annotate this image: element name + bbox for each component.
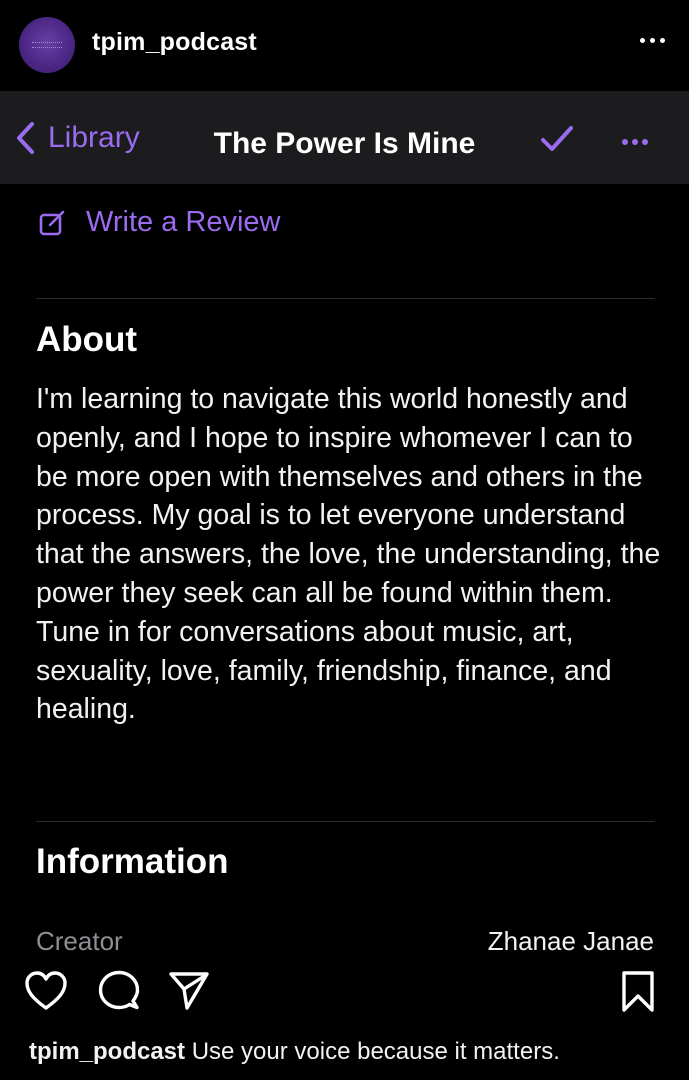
- checkmark-icon[interactable]: [540, 125, 574, 153]
- back-label: Library: [48, 121, 140, 154]
- podcast-navbar: Library The Power Is Mine: [0, 91, 689, 184]
- send-icon[interactable]: [168, 970, 210, 1012]
- chevron-left-icon: [17, 122, 34, 154]
- avatar-logo: [32, 42, 62, 48]
- caption-text: Use your voice because it matters.: [191, 1038, 560, 1065]
- divider: [36, 298, 655, 299]
- info-key: Creator: [36, 926, 123, 956]
- compose-icon: [39, 210, 65, 235]
- post-caption: tpim_podcast Use your voice because it m…: [29, 1038, 560, 1066]
- comment-icon[interactable]: [98, 970, 140, 1012]
- write-review-label: Write a Review: [86, 206, 281, 238]
- about-description: I'm learning to navigate this world hone…: [36, 383, 661, 726]
- about-heading: About: [36, 320, 138, 359]
- post-username[interactable]: tpim_podcast: [92, 28, 257, 57]
- info-value: Zhanae Janae: [487, 926, 654, 956]
- info-row-creator: Creator Zhanae Janae: [36, 926, 654, 957]
- write-review-button[interactable]: Write a Review: [38, 206, 280, 239]
- divider: [36, 821, 655, 822]
- post-actions: [0, 970, 689, 1020]
- post-header: tpim_podcast: [0, 0, 689, 90]
- back-button[interactable]: Library: [14, 121, 140, 155]
- more-horizontal-icon[interactable]: [622, 139, 648, 145]
- bookmark-icon[interactable]: [620, 970, 656, 1014]
- information-heading: Information: [36, 842, 229, 881]
- caption-username[interactable]: tpim_podcast: [29, 1038, 185, 1065]
- avatar[interactable]: [19, 17, 75, 73]
- more-horizontal-icon[interactable]: [640, 38, 665, 43]
- heart-icon[interactable]: [24, 970, 68, 1012]
